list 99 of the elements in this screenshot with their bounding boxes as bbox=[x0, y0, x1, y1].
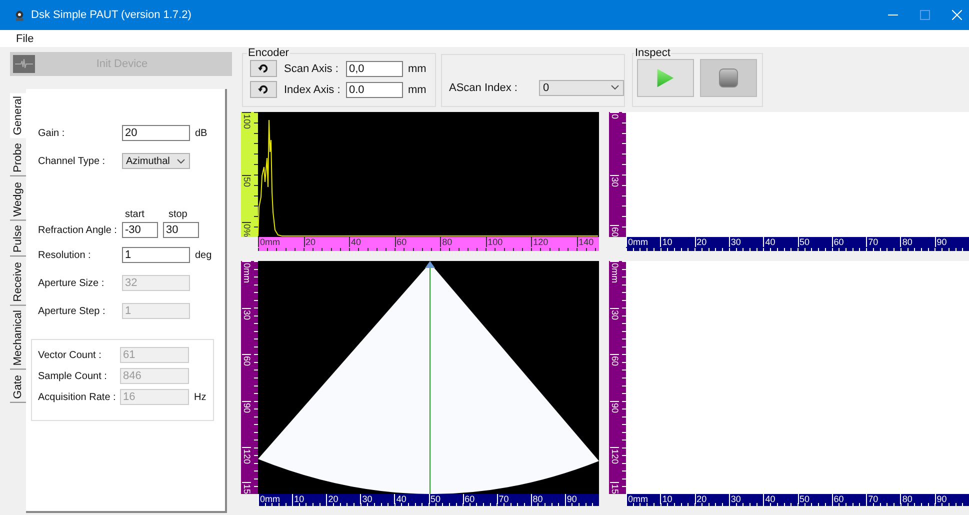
readonly-field: 16 bbox=[120, 389, 189, 405]
chevron-icon bbox=[177, 158, 185, 164]
unit-label: mm bbox=[408, 84, 426, 96]
ruler-label: 20 bbox=[326, 494, 338, 504]
ruler-label: 0mm bbox=[258, 494, 280, 504]
ruler-label: 50 bbox=[798, 494, 810, 504]
ruler-label: 50 bbox=[798, 237, 810, 247]
field-label: Gain : bbox=[38, 128, 66, 138]
stop-icon bbox=[719, 68, 738, 88]
ruler-label: 120 bbox=[531, 237, 548, 247]
reset-button[interactable] bbox=[250, 60, 277, 77]
ruler-label: 0mm bbox=[626, 494, 648, 504]
waveform-icon bbox=[13, 55, 35, 73]
ruler-label: 70 bbox=[866, 237, 878, 247]
ruler-label: 50 bbox=[242, 174, 251, 187]
dropdown[interactable]: 0 bbox=[539, 80, 624, 96]
ruler-label: 60 bbox=[462, 494, 475, 504]
ruler-label: 80 bbox=[530, 494, 543, 504]
field-label: Vector Count : bbox=[38, 350, 102, 360]
chevron-icon bbox=[611, 85, 619, 90]
stop-caption: stop bbox=[168, 209, 188, 222]
ruler-label: 30 bbox=[728, 237, 741, 247]
play-icon bbox=[656, 68, 675, 88]
input-field[interactable]: 1 bbox=[122, 247, 190, 263]
unit-label: Hz bbox=[194, 392, 206, 402]
ruler-label: 30 bbox=[360, 494, 372, 504]
field-label: Aperture Step : bbox=[38, 306, 106, 316]
ruler-label: 30 bbox=[610, 174, 619, 187]
ruler-label: 60 bbox=[394, 237, 407, 247]
ruler-label: 90 bbox=[610, 400, 619, 413]
ruler-label: 10 bbox=[292, 494, 304, 504]
unit-label: mm bbox=[408, 62, 426, 74]
dropdown[interactable]: Azimuthal bbox=[122, 153, 190, 169]
window-title: Dsk Simple PAUT (version 1.7.2) bbox=[31, 9, 192, 21]
ruler-label: 100 bbox=[486, 237, 503, 247]
input-field[interactable]: -30 bbox=[122, 222, 158, 238]
reset-button[interactable] bbox=[250, 81, 277, 98]
ruler-label: 0mm bbox=[626, 237, 648, 247]
close-icon[interactable] bbox=[952, 10, 962, 20]
field-label: Sample Count : bbox=[38, 370, 108, 382]
ruler-label: 90 bbox=[934, 494, 947, 504]
ruler-label: 120 bbox=[242, 447, 251, 464]
ruler-label: 100 bbox=[242, 112, 251, 130]
ruler-label: 0 bbox=[610, 112, 619, 120]
ruler-label: 140 bbox=[576, 237, 594, 247]
group-title: Inspect bbox=[634, 47, 672, 59]
field-label: Aperture Size : bbox=[38, 278, 106, 288]
ruler-label: 10 bbox=[660, 237, 672, 247]
ruler-label: 70 bbox=[496, 494, 509, 504]
ruler-label: 40 bbox=[763, 494, 776, 504]
field-label: Refraction Angle : bbox=[38, 224, 118, 236]
ruler-label: 40 bbox=[394, 494, 406, 504]
ruler-label: 40 bbox=[763, 237, 776, 247]
ruler-label: 0mm bbox=[258, 237, 280, 247]
ruler-label: 40 bbox=[349, 237, 362, 247]
ruler-label: 90 bbox=[242, 400, 251, 413]
input-field[interactable]: 0,0 bbox=[346, 60, 403, 76]
probe-marker bbox=[425, 261, 435, 268]
unit-label: deg bbox=[195, 250, 212, 260]
ruler-label: 20 bbox=[694, 237, 707, 247]
input-field[interactable]: 30 bbox=[163, 222, 199, 238]
ruler-label: 60 bbox=[610, 354, 619, 366]
refresh-icon bbox=[258, 63, 269, 74]
ruler-label: 80 bbox=[900, 494, 912, 504]
group-title: Encoder bbox=[247, 47, 290, 59]
menu-item[interactable]: File bbox=[16, 32, 34, 44]
input-field[interactable]: 20 bbox=[122, 125, 190, 141]
ruler-label: 90 bbox=[934, 237, 947, 247]
ruler-label: 60 bbox=[832, 237, 844, 247]
side-tab[interactable]: General bbox=[10, 93, 26, 138]
ruler-label: 20 bbox=[694, 494, 707, 504]
ruler-label: 50 bbox=[428, 494, 441, 504]
ruler-label: 0mm bbox=[242, 261, 251, 283]
field-label: Resolution : bbox=[38, 250, 92, 260]
ruler-label: 120 bbox=[610, 447, 619, 464]
ruler-label: 60 bbox=[242, 354, 251, 366]
start-caption: start bbox=[125, 209, 144, 222]
ruler-label: 80 bbox=[900, 237, 912, 247]
ruler-label: 10 bbox=[660, 494, 672, 504]
readonly-field: 846 bbox=[120, 368, 189, 384]
app-icon bbox=[14, 10, 25, 20]
input-field[interactable]: 0.0 bbox=[346, 82, 403, 98]
unit-label: dB bbox=[195, 128, 208, 138]
field-label: Scan Axis : bbox=[284, 62, 340, 74]
ruler-label: 30 bbox=[728, 494, 741, 504]
ruler-label: 20 bbox=[304, 237, 316, 247]
ruler-label: 80 bbox=[440, 237, 452, 247]
ruler-label: 60 bbox=[832, 494, 844, 504]
ruler-label: 30 bbox=[242, 308, 251, 320]
field-label: Channel Type : bbox=[38, 156, 106, 166]
field-label: Index Axis : bbox=[284, 84, 342, 96]
ruler-label: 30 bbox=[610, 308, 619, 320]
ruler-label: 0mm bbox=[610, 261, 619, 283]
ruler-label: 70 bbox=[866, 494, 878, 504]
ruler-label: 90 bbox=[564, 494, 577, 504]
field-label: AScan Index : bbox=[449, 82, 518, 94]
readonly-field: 61 bbox=[120, 347, 189, 363]
field-label: Acquisition Rate : bbox=[38, 392, 117, 402]
refresh-icon bbox=[258, 84, 269, 95]
